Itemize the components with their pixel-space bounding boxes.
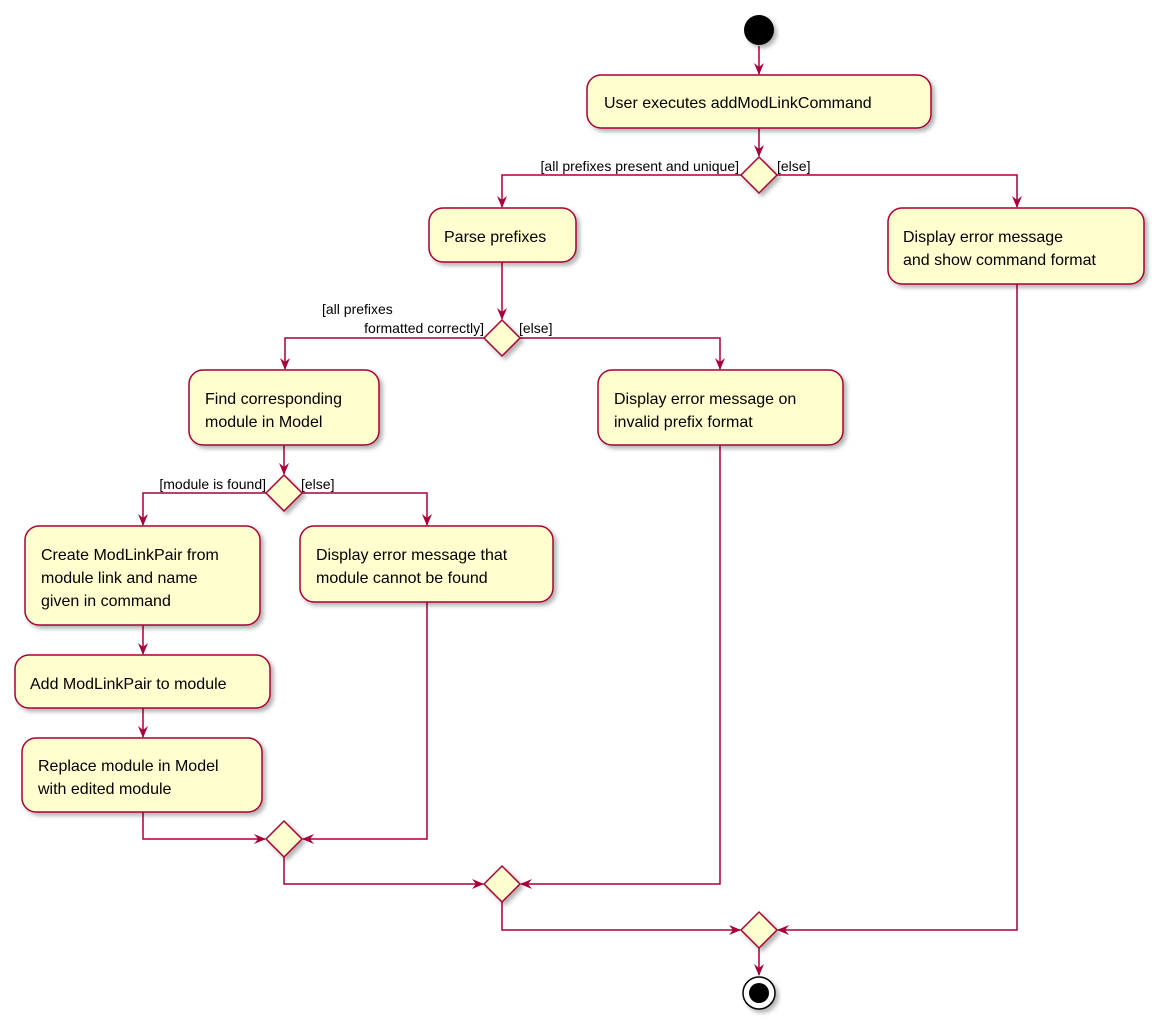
edge	[520, 445, 721, 889]
activity-text: Parse prefixes	[444, 229, 546, 246]
end-node	[742, 976, 776, 1010]
guard-label: [else]	[301, 476, 334, 492]
activity-replace-module	[21, 737, 263, 813]
activity-text: Display error message on	[614, 391, 796, 408]
merge-node	[739, 910, 779, 950]
edge	[777, 174, 1022, 208]
decision-prefixes-present	[739, 155, 779, 195]
edge	[280, 337, 484, 370]
activity-text: Display error message that	[316, 547, 508, 564]
activity-text: module link and name	[41, 570, 198, 587]
guard-label: [all prefixes present and unique]	[541, 158, 739, 174]
activity-error-command-format	[887, 207, 1145, 285]
activity-text: Find corresponding	[205, 391, 342, 408]
start-node	[744, 15, 774, 45]
edge	[497, 174, 741, 208]
guard-label: [else]	[777, 158, 810, 174]
activity-text: module in Model	[205, 414, 322, 431]
activity-text: and show command format	[903, 252, 1097, 269]
edge	[138, 492, 266, 526]
activity-text: given in command	[41, 593, 171, 610]
edge	[283, 857, 484, 889]
activity-text: Create ModLinkPair from	[41, 547, 219, 564]
edge	[142, 812, 266, 844]
activity-text: Add ModLinkPair to module	[30, 676, 227, 693]
activity-text: module cannot be found	[316, 570, 488, 587]
decision-module-found	[264, 473, 304, 513]
activity-text: User executes addModLinkCommand	[604, 95, 872, 112]
merge-node	[482, 864, 522, 904]
activity-text: Display error message	[903, 229, 1063, 246]
guard-label: [all prefixes	[322, 301, 393, 317]
guard-label: formatted correctly]	[364, 320, 484, 336]
activity-text: with edited module	[37, 781, 172, 798]
activity-text: invalid prefix format	[614, 414, 753, 431]
activity-error-not-found	[299, 525, 554, 603]
activity-diagram: User executes addModLinkCommand Parse pr…	[14, 15, 1145, 1010]
edge	[501, 902, 741, 935]
guard-label: [else]	[519, 320, 552, 336]
guard-label: [module is found]	[159, 476, 266, 492]
decision-prefixes-formatted	[482, 318, 522, 358]
edge	[520, 337, 725, 370]
edge	[302, 492, 432, 526]
merge-node	[264, 819, 304, 859]
edge	[302, 602, 428, 844]
activity-text: Replace module in Model	[38, 758, 219, 775]
